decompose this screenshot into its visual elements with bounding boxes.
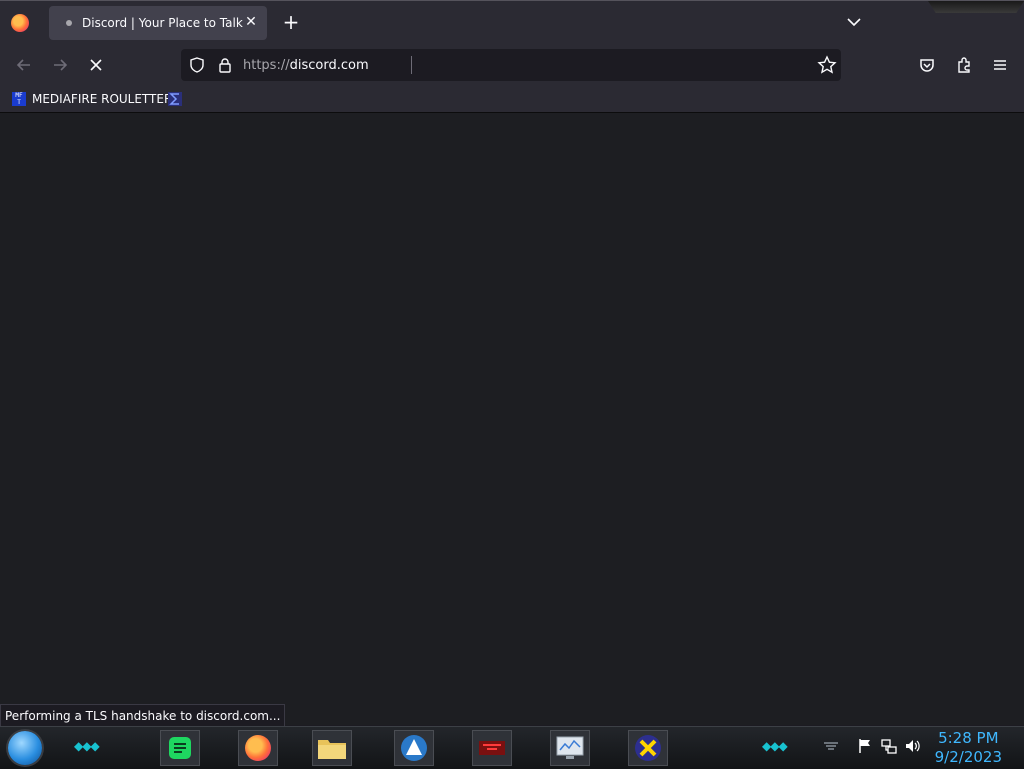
text-cursor <box>411 56 412 74</box>
lock-icon[interactable] <box>216 56 234 74</box>
window-frame-decoration <box>928 1 1024 13</box>
volume-icon[interactable] <box>904 737 922 755</box>
extensions-button[interactable] <box>952 53 976 77</box>
taskbar-app-triangle[interactable] <box>394 730 434 766</box>
new-tab-button[interactable]: + <box>281 12 301 32</box>
tab-close-button[interactable]: ✕ <box>243 14 259 30</box>
puzzle-icon <box>958 57 970 73</box>
hamburger-menu-icon <box>994 60 1006 70</box>
action-center-flag-icon[interactable] <box>856 737 874 755</box>
system-clock[interactable]: 5:28 PM 9/2/2023 <box>935 729 1002 767</box>
taskbar-chevrons-decoration: ◆◆◆ <box>74 739 100 753</box>
triangle-logo-icon <box>401 735 427 761</box>
clock-date: 9/2/2023 <box>934 748 1002 766</box>
forward-button[interactable] <box>48 53 72 77</box>
bookmark-mediafire-rouletter[interactable]: MF T MEDIAFIRE ROULETTER <box>12 90 172 108</box>
taskbar-firefox[interactable] <box>238 730 278 766</box>
network-icon[interactable] <box>880 737 898 755</box>
notes-icon <box>169 737 191 759</box>
url-scheme: https:// <box>243 58 290 73</box>
taskbar-app-red[interactable] <box>472 730 512 766</box>
bookmarks-toolbar: MF T MEDIAFIRE ROULETTER <box>0 86 1024 113</box>
firefox-icon <box>245 735 271 761</box>
back-arrow-icon <box>16 59 30 71</box>
taskbar-resource-monitor[interactable] <box>550 730 590 766</box>
tab-title: Discord | Your Place to Talk and <box>82 16 247 30</box>
taskbar: ◆◆◆ ◆◆◆ 5:28 PM 9/2/2023 <box>0 726 1024 769</box>
clock-time: 5:28 PM <box>938 729 999 747</box>
folder-icon <box>318 740 346 759</box>
x-logo-icon <box>635 735 661 761</box>
mediafire-icon: MF T <box>12 92 26 106</box>
loading-spinner-icon <box>66 20 72 26</box>
monitor-icon <box>556 736 584 759</box>
taskbar-chevrons-decoration-right: ◆◆◆ <box>762 739 788 753</box>
stop-icon <box>90 59 102 71</box>
taskbar-app-x[interactable] <box>628 730 668 766</box>
pocket-icon <box>920 59 934 72</box>
red-app-icon <box>479 741 505 755</box>
url-text[interactable]: https://discord.com <box>243 58 369 73</box>
title-bar: Discord | Your Place to Talk and ✕ + <box>0 0 1024 44</box>
start-button[interactable] <box>8 731 42 765</box>
taskbar-notes-app[interactable] <box>160 730 200 766</box>
tracking-protection-shield-icon[interactable] <box>188 56 206 74</box>
tab-discord[interactable]: Discord | Your Place to Talk and ✕ <box>49 6 267 40</box>
pocket-button[interactable] <box>915 53 939 77</box>
forward-arrow-icon <box>54 59 68 71</box>
list-all-tabs-icon[interactable] <box>845 13 863 31</box>
bookmark-star-icon[interactable] <box>817 55 837 75</box>
page-content-area[interactable] <box>0 113 1024 725</box>
bookmark-sigma-icon <box>168 92 182 106</box>
stop-button[interactable] <box>84 53 108 77</box>
tray-overflow-icon[interactable] <box>822 737 840 755</box>
status-panel: Performing a TLS handshake to discord.co… <box>0 704 286 728</box>
bookmark-label: MEDIAFIRE ROULETTER <box>32 92 173 106</box>
app-menu-button[interactable] <box>988 53 1012 77</box>
back-button[interactable] <box>12 53 36 77</box>
firefox-menu-icon[interactable] <box>11 14 29 32</box>
url-host: discord.com <box>289 58 369 73</box>
taskbar-file-explorer[interactable] <box>312 730 352 766</box>
bookmark-item-2[interactable] <box>168 90 188 108</box>
